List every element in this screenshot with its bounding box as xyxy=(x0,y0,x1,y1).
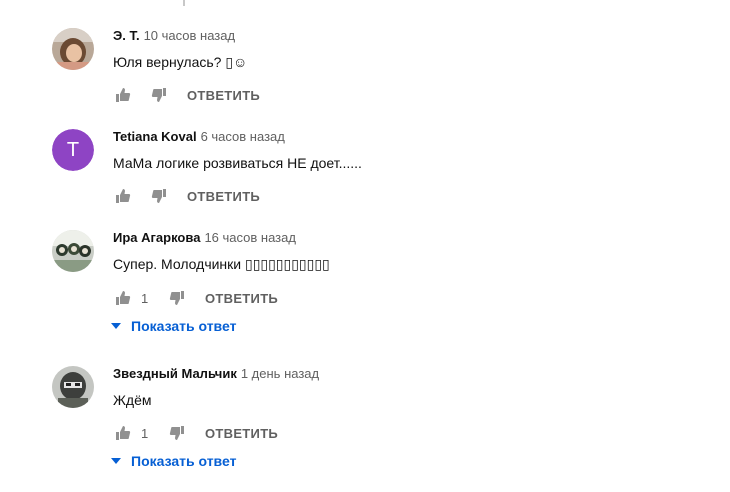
avatar[interactable]: T xyxy=(52,129,94,171)
comment-item: Ира Агаркова 16 часов назад Супер. Молодч… xyxy=(52,230,712,340)
comment-actions: 1 ОТВЕТИТЬ xyxy=(113,423,278,443)
avatar[interactable] xyxy=(52,28,94,70)
like-count: 1 xyxy=(141,290,149,306)
comment-text: Супер. Молодчинки ▯▯▯▯▯▯▯▯▯▯▯ xyxy=(113,256,330,272)
comment-author[interactable]: Ира Агаркова xyxy=(113,230,200,245)
comment-body: Ира Агаркова 16 часов назад Супер. Молодч… xyxy=(113,230,712,273)
reply-button[interactable]: ОТВЕТИТЬ xyxy=(187,88,260,103)
thumbs-up-icon[interactable] xyxy=(113,85,133,105)
show-reply-button[interactable]: Показать ответ xyxy=(111,318,236,334)
comment-text: Ждём xyxy=(113,392,152,408)
caret-down-icon xyxy=(111,323,121,329)
like-count: 1 xyxy=(141,425,149,441)
comment-actions: 1 ОТВЕТИТЬ xyxy=(113,288,278,308)
show-reply-label: Показать ответ xyxy=(131,453,237,469)
comment-body: Э. Т. 10 часов назад Юля вернулась? ▯☺ xyxy=(113,28,712,71)
scroll-fragment xyxy=(183,0,185,6)
comment-time[interactable]: 10 часов назад xyxy=(144,28,236,43)
thumbs-down-icon[interactable] xyxy=(167,423,187,443)
comment-author[interactable]: Tetiana Koval xyxy=(113,129,197,144)
reply-button[interactable]: ОТВЕТИТЬ xyxy=(187,189,260,204)
comment-actions: ОТВЕТИТЬ xyxy=(113,186,260,206)
thumbs-up-icon[interactable] xyxy=(113,288,133,308)
show-reply-label: Показать ответ xyxy=(131,318,237,334)
comment-header: Э. Т. 10 часов назад xyxy=(113,28,712,44)
comment-header: Ира Агаркова 16 часов назад xyxy=(113,230,712,246)
comment-text: Юля вернулась? ▯☺ xyxy=(113,54,248,70)
comment-text: МаМа логике розвиваться НЕ доет...... xyxy=(113,155,362,171)
comment-item: Э. Т. 10 часов назад Юля вернулась? ▯☺ ОТ… xyxy=(52,28,712,108)
comment-time[interactable]: 6 часов назад xyxy=(201,129,285,144)
comment-header: Звездный Мальчик 1 день назад xyxy=(113,366,712,382)
caret-down-icon xyxy=(111,458,121,464)
comment-body: Tetiana Koval 6 часов назад МаМа логике р… xyxy=(113,129,712,172)
thumbs-down-icon[interactable] xyxy=(149,85,169,105)
show-reply-button[interactable]: Показать ответ xyxy=(111,453,236,469)
comment-header: Tetiana Koval 6 часов назад xyxy=(113,129,712,145)
avatar[interactable] xyxy=(52,366,94,408)
comment-time[interactable]: 16 часов назад xyxy=(204,230,296,245)
comment-item: T Tetiana Koval 6 часов назад МаМа логике… xyxy=(52,129,712,209)
avatar[interactable] xyxy=(52,230,94,272)
comment-author[interactable]: Звездный Мальчик xyxy=(113,366,237,381)
comment-item: Звездный Мальчик 1 день назад Ждём 1 ОТВЕ… xyxy=(52,366,712,476)
reply-button[interactable]: ОТВЕТИТЬ xyxy=(205,426,278,441)
avatar-letter: T xyxy=(52,129,94,171)
thumbs-up-icon[interactable] xyxy=(113,186,133,206)
reply-button[interactable]: ОТВЕТИТЬ xyxy=(205,291,278,306)
comment-time[interactable]: 1 день назад xyxy=(241,366,319,381)
thumbs-down-icon[interactable] xyxy=(167,288,187,308)
comment-body: Звездный Мальчик 1 день назад Ждём xyxy=(113,366,712,409)
comment-author[interactable]: Э. Т. xyxy=(113,28,140,43)
comment-actions: ОТВЕТИТЬ xyxy=(113,85,260,105)
thumbs-down-icon[interactable] xyxy=(149,186,169,206)
thumbs-up-icon[interactable] xyxy=(113,423,133,443)
